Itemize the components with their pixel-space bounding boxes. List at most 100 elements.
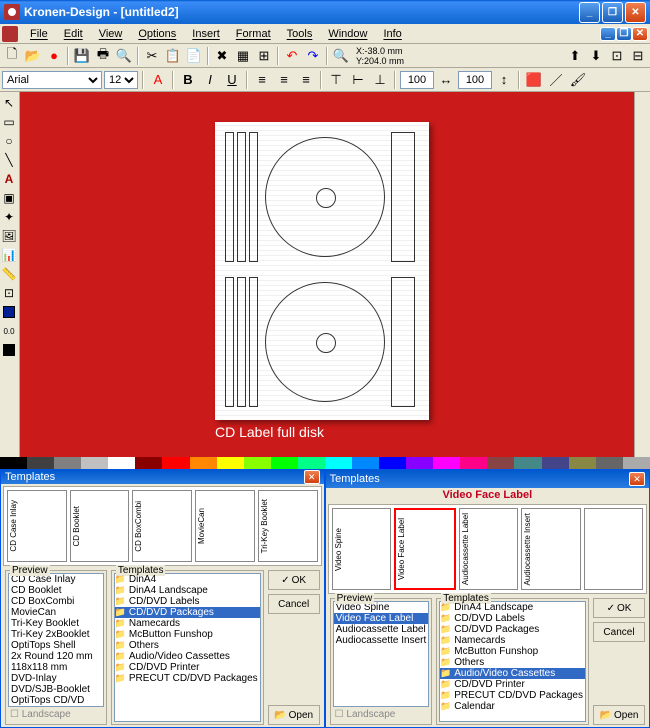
tree-item[interactable]: CD/DVD Packages bbox=[440, 624, 585, 635]
list-item[interactable]: CD BoxCombi bbox=[9, 596, 103, 607]
crop-tool[interactable]: ⊡ bbox=[0, 284, 18, 302]
list-item[interactable]: Audiocassette Insert bbox=[334, 635, 429, 646]
canvas-area[interactable]: CD Label full disk bbox=[20, 92, 634, 457]
list-item[interactable]: CD Booklet bbox=[9, 585, 103, 596]
zoom-h-input[interactable] bbox=[400, 71, 434, 89]
tree-item[interactable]: CD/DVD Labels bbox=[440, 613, 585, 624]
dialog2-ok-button[interactable]: ✓ OK bbox=[593, 598, 645, 618]
dialog1-titlebar[interactable]: Templates ✕ bbox=[1, 470, 324, 484]
save-button[interactable]: 💾 bbox=[72, 46, 92, 66]
menu-insert[interactable]: Insert bbox=[184, 26, 228, 42]
copy-button[interactable]: 📋 bbox=[163, 46, 183, 66]
vertical-scrollbar[interactable] bbox=[634, 92, 650, 457]
fill-button[interactable]: 🟥 bbox=[524, 70, 544, 90]
list-item[interactable]: Tri-Key Booklet bbox=[9, 618, 103, 629]
maximize-button[interactable]: ❐ bbox=[602, 2, 623, 23]
stroke-swatch[interactable] bbox=[0, 341, 18, 359]
valign-mid[interactable]: ⊢ bbox=[348, 70, 368, 90]
undo-button[interactable]: ↶ bbox=[282, 46, 302, 66]
thumbnail-item[interactable]: Audiocassette Insert bbox=[521, 508, 580, 590]
tree-item[interactable]: Others bbox=[115, 640, 260, 651]
tree-item[interactable]: McButton Funshop bbox=[440, 646, 585, 657]
list-item[interactable]: 2x Round 120 mm bbox=[9, 651, 103, 662]
ungroup-button[interactable]: ⊟ bbox=[628, 46, 648, 66]
thumbnail-item[interactable]: Audiocassette Label bbox=[459, 508, 518, 590]
dialog2-open-button[interactable]: 📂 Open bbox=[593, 705, 645, 725]
cut-button[interactable]: ✂ bbox=[142, 46, 162, 66]
align-left[interactable]: ≡ bbox=[252, 70, 272, 90]
grid-button[interactable]: ▦ bbox=[233, 46, 253, 66]
dialog2-titlebar[interactable]: Templates ✕ bbox=[326, 470, 649, 488]
thumbnail-item[interactable]: Tri-Key Booklet bbox=[258, 490, 318, 562]
menu-edit[interactable]: Edit bbox=[56, 26, 91, 42]
underline-button[interactable]: U bbox=[222, 70, 242, 90]
preview-button[interactable]: 🔍 bbox=[114, 46, 134, 66]
menu-format[interactable]: Format bbox=[228, 26, 279, 42]
tree-item[interactable]: DinA4 Landscape bbox=[440, 602, 585, 613]
group-button[interactable]: ⊡ bbox=[607, 46, 627, 66]
italic-button[interactable]: I bbox=[200, 70, 220, 90]
list-item[interactable]: DVD-Inlay bbox=[9, 673, 103, 684]
dialog2-preview-list[interactable]: Video SpineVideo Face LabelAudiocassette… bbox=[333, 601, 430, 707]
paste-button[interactable]: 📄 bbox=[184, 46, 204, 66]
menu-file[interactable]: File bbox=[22, 26, 56, 42]
list-item[interactable]: OptiTops CD/VD bbox=[9, 695, 103, 706]
mdi-minimize[interactable]: _ bbox=[600, 27, 616, 41]
font-name-select[interactable]: Arial bbox=[2, 71, 102, 89]
snap-button[interactable]: ⊞ bbox=[254, 46, 274, 66]
list-item[interactable]: 118x118 mm bbox=[9, 662, 103, 673]
rect-tool[interactable]: ▭ bbox=[0, 113, 18, 131]
pointer-tool[interactable]: ↖ bbox=[0, 94, 18, 112]
mdi-restore[interactable]: ❐ bbox=[616, 27, 632, 41]
align-right[interactable]: ≡ bbox=[296, 70, 316, 90]
menu-view[interactable]: View bbox=[91, 26, 131, 42]
list-item[interactable]: Video Face Label bbox=[334, 613, 429, 624]
valign-top[interactable]: ⊤ bbox=[326, 70, 346, 90]
layer-fwd[interactable]: ⬆ bbox=[565, 46, 585, 66]
dialog1-close[interactable]: ✕ bbox=[304, 470, 320, 484]
tree-item[interactable]: Audio/Video Cassettes bbox=[115, 651, 260, 662]
tree-item[interactable]: Audio/Video Cassettes bbox=[440, 668, 585, 679]
dialog1-templates-tree[interactable]: DinA4DinA4 LandscapeCD/DVD LabelsCD/DVD … bbox=[114, 573, 261, 722]
menu-tools[interactable]: Tools bbox=[279, 26, 321, 42]
zoom-v-input[interactable] bbox=[458, 71, 492, 89]
line-tool[interactable]: ╲ bbox=[0, 151, 18, 169]
tree-item[interactable]: Namecards bbox=[440, 635, 585, 646]
fontcolor-button[interactable]: A bbox=[148, 70, 168, 90]
bold-button[interactable]: B bbox=[178, 70, 198, 90]
dialog2-cancel-button[interactable]: Cancel bbox=[593, 622, 645, 642]
tree-item[interactable]: CD/DVD Labels bbox=[115, 596, 260, 607]
color-palette-strip[interactable] bbox=[0, 457, 650, 469]
list-item[interactable]: DVD/SJB-Booklet bbox=[9, 684, 103, 695]
fill-swatch[interactable] bbox=[0, 303, 18, 321]
disc-button[interactable]: ● bbox=[44, 46, 64, 66]
tree-item[interactable]: McButton Funshop bbox=[115, 629, 260, 640]
mdi-close[interactable]: ✕ bbox=[632, 27, 648, 41]
image-tool[interactable]: 🖼 bbox=[0, 227, 18, 245]
tree-item[interactable]: Others bbox=[440, 657, 585, 668]
thumbnail-item[interactable]: MovieCan bbox=[195, 490, 255, 562]
tree-item[interactable]: Calendar bbox=[440, 701, 585, 712]
list-item[interactable]: Tri-Key 2xBooklet bbox=[9, 629, 103, 640]
list-item[interactable]: OptiTops Shell bbox=[9, 640, 103, 651]
print-button[interactable]: 🖶 bbox=[93, 46, 113, 66]
list-item[interactable]: Audiocassette Label bbox=[334, 624, 429, 635]
text-tool[interactable]: A bbox=[0, 170, 18, 188]
dialog1-preview-list[interactable]: CD Case InlayCD BookletCD BoxCombiMovieC… bbox=[8, 573, 104, 707]
tree-item[interactable]: Namecards bbox=[115, 618, 260, 629]
tree-item[interactable]: PRECUT CD/DVD Packages bbox=[440, 690, 585, 701]
textbox-tool[interactable]: ▣ bbox=[0, 189, 18, 207]
thumbnail-item[interactable]: CD Case Inlay bbox=[7, 490, 67, 562]
thumbnail-item[interactable]: Video Spine bbox=[332, 508, 391, 590]
dialog2-close[interactable]: ✕ bbox=[629, 472, 645, 486]
minimize-button[interactable]: _ bbox=[579, 2, 600, 23]
redo-button[interactable]: ↷ bbox=[303, 46, 323, 66]
dialog1-cancel-button[interactable]: Cancel bbox=[268, 594, 320, 614]
menu-options[interactable]: Options bbox=[130, 26, 184, 42]
tree-item[interactable]: DinA4 Landscape bbox=[115, 585, 260, 596]
menu-info[interactable]: Info bbox=[375, 26, 409, 42]
thumbnail-item[interactable]: Video Face Label bbox=[394, 508, 455, 590]
dialog1-open-button[interactable]: 📂 Open bbox=[268, 705, 320, 725]
dialog2-templates-tree[interactable]: DinA4 LandscapeCD/DVD LabelsCD/DVD Packa… bbox=[439, 601, 586, 722]
delete-button[interactable]: ✖ bbox=[212, 46, 232, 66]
